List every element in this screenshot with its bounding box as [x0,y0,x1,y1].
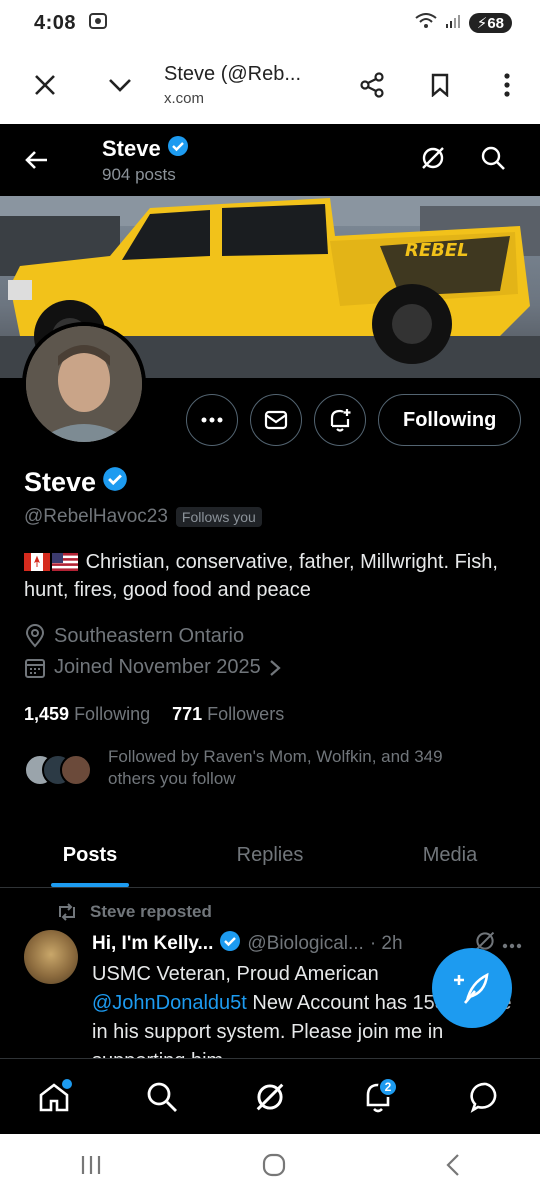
chat-bubble-icon [470,1082,497,1113]
notifications-badge: 2 [378,1076,398,1097]
unread-dot [62,1078,72,1089]
status-bar: 4:08 ⚡68 [0,0,540,46]
canada-flag-icon [24,553,50,571]
nav-notifications[interactable]: 2 [348,1067,408,1127]
compose-post-button[interactable] [432,948,512,1028]
profile-joined[interactable]: Joined November 2025 [24,656,281,679]
tab-label: Posts [62,844,118,866]
calendar-icon [25,658,45,678]
post-mention-link[interactable]: @JohnDonaldu5t [92,992,247,1014]
followed-by[interactable]: Followed by Raven's Mom, Wolfkin, and 34… [24,746,488,790]
system-navigation [0,1134,540,1200]
mutual-avatars [24,754,94,786]
grok-icon[interactable] [420,145,446,176]
profile-tabs: Posts Replies Media [0,824,540,888]
profile-location: Southeastern Ontario [24,624,244,648]
profile-header: Steve 904 posts [0,124,540,196]
following-count: 1,459 [24,704,70,724]
header-post-count: 904 posts [102,165,176,184]
more-options-button[interactable] [186,394,238,446]
status-time: 4:08 [34,11,77,34]
repost-icon [59,903,75,921]
joined-text: Joined November 2025 [54,656,261,678]
home-button-icon[interactable] [262,1153,286,1182]
battery-indicator: ⚡68 [468,13,512,33]
tab-media[interactable]: Media [360,824,540,887]
nav-home[interactable] [24,1067,84,1127]
notifications-subscribe-button[interactable] [314,394,366,446]
feather-plus-icon [454,972,489,1004]
post-author-handle: @Biological... [247,933,364,954]
back-button-icon[interactable] [445,1153,461,1182]
nav-messages[interactable] [456,1067,516,1127]
repost-indicator: Steve reposted [56,902,212,922]
grok-icon [256,1083,284,1110]
header-name: Steve [102,136,161,161]
profile-bio: Christian, conservative, father, Millwri… [24,548,524,604]
follows-you-badge: Follows you [175,507,262,527]
bookmark-icon[interactable] [406,73,474,97]
bell-plus-icon [330,409,351,432]
post-text-line1: USMC Veteran, Proud American [92,963,379,985]
followers-stat[interactable]: 771 Followers [172,704,284,725]
verified-badge-icon [167,135,189,163]
back-arrow-icon[interactable] [0,150,74,170]
post-author-name[interactable]: Hi, I'm Kelly... [92,933,213,955]
verified-badge-icon [219,930,241,958]
page-url: x.com [164,90,205,107]
bottom-navigation: 2 [0,1058,540,1134]
mutual-avatar [60,754,92,786]
browser-toolbar: Steve (@Reb... x.com [0,46,540,124]
more-vertical-icon[interactable] [474,73,540,97]
handle-row: @RebelHavoc23 Follows you [24,506,262,528]
profile-handle: @RebelHavoc23 [24,506,168,527]
chevron-right-icon [270,659,281,676]
share-icon[interactable] [338,72,406,98]
following-stat[interactable]: 1,459 Following [24,704,150,725]
post-time: · 2h [369,933,403,954]
following-label: Following [74,704,151,724]
active-tab-indicator [51,883,129,887]
following-button[interactable]: Following [378,394,522,446]
message-button[interactable] [250,394,302,446]
repost-label: Steve reposted [90,902,212,921]
tab-label: Media [422,844,478,866]
envelope-icon [264,410,288,430]
profile-avatar[interactable] [22,322,146,446]
browser-title[interactable]: Steve (@Reb... x.com [150,63,338,107]
svg-text:REBEL: REBEL [405,240,469,261]
close-icon[interactable] [0,74,90,96]
battery-level: 68 [487,15,504,32]
followers-count: 771 [172,704,203,724]
post-author-avatar[interactable] [24,930,78,984]
verified-badge-icon[interactable] [102,466,128,499]
us-flag-icon [52,553,78,571]
nav-grok[interactable] [240,1067,300,1127]
signal-icon [445,13,461,34]
profile-actions: Following [186,394,522,446]
profile-stats: 1,459 Following 771 Followers [24,704,284,725]
followed-by-text: Followed by Raven's Mom, Wolfkin, and 34… [108,747,443,788]
tab-posts[interactable]: Posts [0,824,180,887]
recent-apps-icon[interactable] [79,1154,103,1181]
wifi-icon [415,12,437,34]
profile-name: Steve [24,467,97,497]
search-icon [147,1082,177,1112]
post-more-icon[interactable] [502,933,522,955]
location-pin-icon [25,624,45,648]
followers-label: Followers [207,704,285,724]
search-icon[interactable] [480,145,506,176]
bio-text: Christian, conservative, father, Millwri… [24,551,498,601]
page-title: Steve (@Reb... [164,63,302,85]
profile-name-row: Steve [24,466,128,499]
chevron-down-icon[interactable] [90,77,150,93]
tab-replies[interactable]: Replies [180,824,360,887]
screenshot-icon [88,12,108,35]
tab-label: Replies [236,844,304,866]
location-text: Southeastern Ontario [54,624,245,647]
nav-search[interactable] [132,1067,192,1127]
